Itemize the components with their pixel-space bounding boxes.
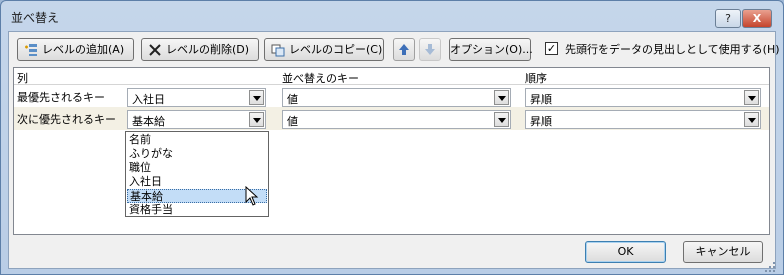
row-label-primary: 最優先されるキー	[17, 91, 105, 104]
move-down-button[interactable]	[419, 38, 441, 61]
add-level-icon	[25, 44, 37, 56]
sort-dialog: 並べ替え ? X レベルの追加(A) レベルの削除(D) レベルのコピー(C) …	[0, 0, 784, 275]
close-button[interactable]: X	[742, 9, 772, 28]
dialog-body: レベルの追加(A) レベルの削除(D) レベルのコピー(C) オプション(O).…	[8, 31, 780, 269]
sort-on-value: 値	[287, 115, 298, 128]
column-select-primary[interactable]: 入社日	[127, 88, 266, 107]
sort-on-value: 値	[287, 93, 298, 106]
add-level-button[interactable]: レベルの追加(A)	[17, 38, 134, 61]
copy-icon	[271, 44, 285, 57]
dropdown-option[interactable]: 職位	[127, 161, 267, 175]
sort-on-select-primary[interactable]: 値	[282, 88, 511, 107]
order-value: 昇順	[530, 115, 552, 128]
header-row-checkbox-label: 先頭行をデータの見出しとして使用する(H)	[565, 43, 780, 56]
order-value: 昇順	[530, 93, 552, 106]
order-select-primary[interactable]: 昇順	[525, 88, 761, 107]
copy-level-label: レベルのコピー(C)	[289, 43, 383, 56]
column-select-secondary[interactable]: 基本給	[127, 110, 266, 129]
arrow-up-icon	[399, 44, 409, 55]
move-up-button[interactable]	[393, 38, 415, 61]
arrow-down-icon	[425, 44, 435, 55]
sort-on-select-secondary[interactable]: 値	[282, 110, 511, 129]
title-bar: 並べ替え ? X	[1, 1, 783, 31]
add-level-label: レベルの追加(A)	[42, 43, 125, 56]
mouse-cursor-icon	[245, 186, 259, 206]
chevron-down-icon[interactable]	[249, 112, 264, 127]
row-label-secondary: 次に優先されるキー	[17, 113, 116, 126]
header-divider	[14, 84, 769, 85]
copy-level-button[interactable]: レベルのコピー(C)	[264, 38, 384, 61]
chevron-down-icon[interactable]	[744, 90, 759, 105]
chevron-down-icon[interactable]	[249, 90, 264, 105]
order-select-secondary[interactable]: 昇順	[525, 110, 761, 129]
column-select-value: 基本給	[132, 115, 165, 128]
dropdown-option[interactable]: ふりがな	[127, 147, 267, 161]
dialog-title: 並べ替え	[11, 11, 60, 25]
chevron-down-icon[interactable]	[744, 112, 759, 127]
header-row-checkbox[interactable]: ✓	[545, 42, 558, 55]
column-select-value: 入社日	[132, 93, 165, 106]
delete-icon	[149, 44, 161, 56]
dropdown-option[interactable]: 名前	[127, 133, 267, 147]
chevron-down-icon[interactable]	[494, 112, 509, 127]
resize-grip-icon[interactable]	[764, 261, 776, 273]
delete-level-button[interactable]: レベルの削除(D)	[141, 38, 259, 61]
chevron-down-icon[interactable]	[494, 90, 509, 105]
help-button[interactable]: ?	[715, 9, 741, 28]
delete-level-label: レベルの削除(D)	[166, 43, 250, 56]
options-button[interactable]: オプション(O)...	[449, 38, 533, 61]
ok-button[interactable]: OK	[585, 241, 666, 263]
cancel-button[interactable]: キャンセル	[683, 241, 763, 263]
